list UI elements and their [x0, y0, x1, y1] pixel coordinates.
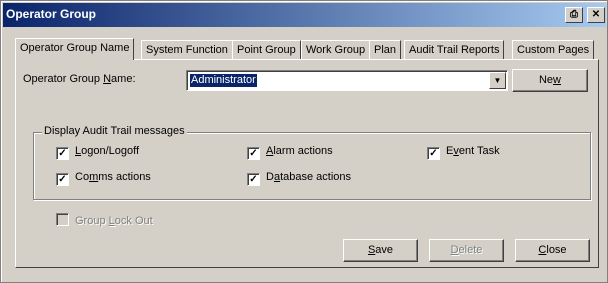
- save-button[interactable]: Save: [343, 239, 418, 262]
- tab-custom-pages[interactable]: Custom Pages: [512, 40, 595, 60]
- group-lock-out-checkbox[interactable]: Group Lock Out: [56, 213, 153, 227]
- chevron-down-icon[interactable]: ▼: [489, 72, 506, 89]
- audit-trail-group-title: Display Audit Trail messages: [42, 125, 187, 137]
- checkmark-icon: ✓: [247, 173, 260, 186]
- alarm-actions-checkbox[interactable]: ✓ Alarm actions: [247, 145, 333, 160]
- operator-group-name-label: Operator Group Name:: [23, 73, 136, 85]
- event-task-checkbox[interactable]: ✓ Event Task: [427, 145, 500, 160]
- close-button[interactable]: Close: [515, 239, 590, 262]
- delete-button[interactable]: Delete: [429, 239, 504, 262]
- tab-plan[interactable]: Plan: [369, 40, 402, 60]
- comms-actions-checkbox[interactable]: ✓ Comms actions: [56, 171, 151, 186]
- print-icon[interactable]: ⎙: [565, 7, 583, 23]
- tab-work-group[interactable]: Work Group: [301, 40, 371, 60]
- tab-panel: Operator Group Name: Administrator ▼ New…: [15, 59, 599, 268]
- close-icon[interactable]: ✕: [587, 7, 605, 23]
- window-title: Operator Group: [6, 7, 97, 21]
- tab-system-function[interactable]: System Function: [141, 40, 233, 60]
- checkmark-icon: ✓: [56, 147, 69, 160]
- tab-audit-trail-reports[interactable]: Audit Trail Reports: [404, 40, 505, 60]
- checkmark-icon: ✓: [247, 147, 260, 160]
- title-bar[interactable]: Operator Group ⎙ ✕: [3, 3, 606, 27]
- logon-logoff-checkbox[interactable]: ✓ Logon/Logoff: [56, 145, 139, 160]
- tab-point-group[interactable]: Point Group: [232, 40, 301, 60]
- tab-operator-group-name[interactable]: Operator Group Name: [15, 38, 135, 60]
- audit-trail-group: Display Audit Trail messages ✓ Logon/Logo…: [33, 125, 591, 200]
- operator-group-window: Operator Group ⎙ ✕ Operator Group Name S…: [0, 0, 608, 283]
- operator-group-name-select[interactable]: Administrator ▼: [186, 70, 508, 91]
- checkmark-icon: ✓: [427, 147, 440, 160]
- checkmark-icon: ✓: [56, 173, 69, 186]
- database-actions-checkbox[interactable]: ✓ Database actions: [247, 171, 351, 186]
- new-button[interactable]: New: [512, 69, 588, 92]
- operator-group-name-value: Administrator: [190, 74, 257, 87]
